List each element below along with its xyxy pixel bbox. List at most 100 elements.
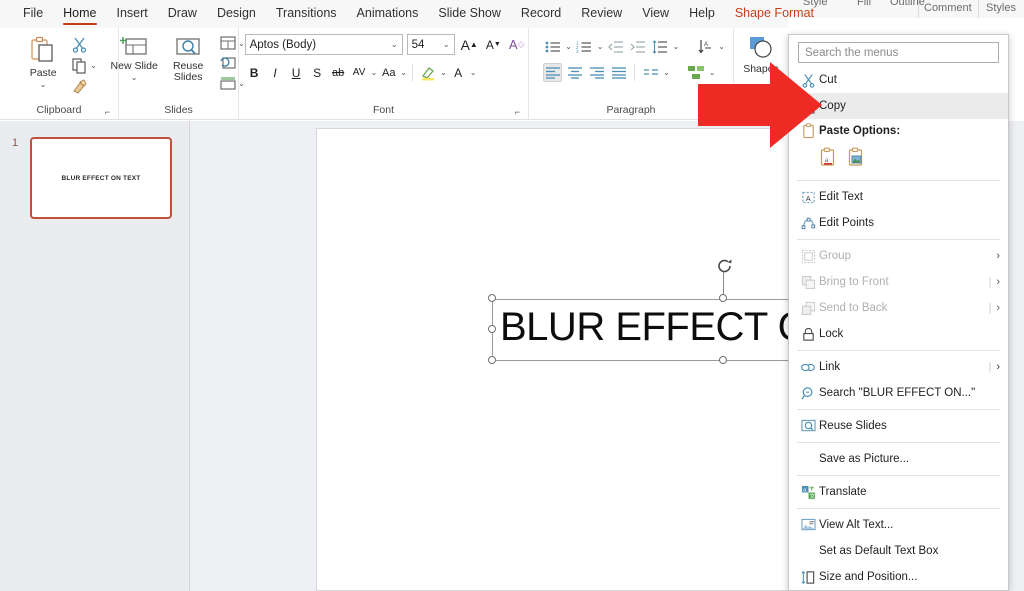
tab-animations[interactable]: Animations: [348, 2, 428, 26]
copy-chevron-down-icon[interactable]: ⌄: [90, 61, 97, 70]
menu-item-edit-text[interactable]: A Edit Text: [789, 184, 1008, 210]
new-slide-icon: [120, 35, 148, 59]
clear-formatting-button[interactable]: A ◇: [507, 35, 527, 54]
tab-shape-format[interactable]: Shape Format: [726, 2, 823, 26]
menu-item-size-and-position[interactable]: Size and Position...: [789, 564, 1008, 590]
justify-button[interactable]: [609, 63, 628, 82]
font-size-input[interactable]: 54 ⌄: [406, 34, 455, 55]
text-highlight-chevron-down-icon[interactable]: ⌄: [440, 68, 447, 77]
slide-thumbnail-panel[interactable]: 1 BLUR EFFECT ON TEXT: [0, 121, 190, 591]
align-right-button[interactable]: [587, 63, 606, 82]
svg-text:A: A: [805, 193, 810, 202]
text-direction-button[interactable]: A: [696, 37, 715, 56]
font-color-button[interactable]: A: [449, 63, 468, 82]
slide-thumbnail-1-frame[interactable]: BLUR EFFECT ON TEXT: [30, 137, 172, 219]
columns-chevron-down-icon[interactable]: ⌄: [663, 68, 670, 77]
font-dialog-launcher[interactable]: ⌐: [515, 107, 520, 117]
text-direction-chevron-down-icon[interactable]: ⌄: [718, 42, 725, 51]
numbering-chevron-down-icon[interactable]: ⌄: [597, 42, 604, 51]
font-name-chevron-down-icon[interactable]: ⌄: [391, 40, 398, 49]
textbox-text[interactable]: BLUR EFFECT O: [500, 305, 809, 350]
search-menus-input[interactable]: Search the menus: [798, 42, 999, 63]
rotate-icon[interactable]: [716, 258, 734, 281]
edit-points-icon: [797, 216, 819, 231]
increase-font-size-button[interactable]: A ▲: [459, 35, 480, 54]
menu-item-edit-points[interactable]: Edit Points: [789, 210, 1008, 236]
tab-review[interactable]: Review: [572, 2, 631, 26]
paste-keep-text-only-icon[interactable]: a: [819, 147, 839, 173]
new-slide-button[interactable]: New Slide ⌄: [110, 31, 158, 84]
menu-item-set-default-text-box[interactable]: Set as Default Text Box: [789, 538, 1008, 564]
font-name-input[interactable]: Aptos (Body) ⌄: [244, 34, 403, 55]
paste-picture-icon[interactable]: [847, 147, 867, 173]
align-left-button[interactable]: [543, 63, 563, 82]
reset-icon: [220, 56, 236, 70]
slide-number-1: 1: [12, 137, 19, 149]
font-color-chevron-down-icon[interactable]: ⌄: [470, 68, 477, 77]
increase-indent-button[interactable]: [629, 37, 648, 56]
clipboard-dialog-launcher[interactable]: ⌐: [105, 107, 110, 117]
reuse-slides-icon: [174, 35, 202, 59]
resize-handle-bottom-left[interactable]: [488, 356, 496, 364]
ribbon-group-label-clipboard: Clipboard ⌐: [6, 104, 112, 119]
strikethrough-button[interactable]: ab: [329, 63, 348, 82]
cut-button[interactable]: [69, 35, 99, 54]
text-highlight-color-button[interactable]: [418, 63, 438, 82]
send-back-submenu-chevron-icon: | ›: [988, 302, 1000, 314]
menu-item-link[interactable]: Link | ›: [789, 354, 1008, 380]
italic-button[interactable]: I: [266, 63, 285, 82]
slide-thumbnail-1[interactable]: BLUR EFFECT ON TEXT: [30, 137, 172, 219]
paste-options-row: a: [789, 143, 1008, 177]
tab-help[interactable]: Help: [680, 2, 724, 26]
paste-button[interactable]: Paste ⌄: [19, 31, 67, 91]
tab-file[interactable]: File: [14, 2, 52, 26]
font-size-chevron-down-icon[interactable]: ⌄: [443, 40, 450, 49]
copy-button[interactable]: ⌄: [69, 56, 99, 75]
line-spacing-chevron-down-icon[interactable]: ⌄: [673, 42, 680, 51]
menu-item-edit-points-label: Edit Points: [819, 217, 874, 229]
tab-record[interactable]: Record: [512, 2, 570, 26]
tab-view[interactable]: View: [633, 2, 678, 26]
reuse-slides-button[interactable]: Reuse Slides: [164, 31, 212, 83]
resize-handle-top-middle[interactable]: [719, 294, 727, 302]
copy-icon: [71, 57, 88, 74]
reuse-slides-label: Reuse Slides: [172, 60, 204, 83]
decrease-indent-button[interactable]: [607, 37, 626, 56]
resize-handle-bottom-middle[interactable]: [719, 356, 727, 364]
columns-button[interactable]: [641, 63, 660, 82]
tab-slide-show[interactable]: Slide Show: [429, 2, 510, 26]
bullets-button[interactable]: [543, 37, 562, 56]
paste-icon: [28, 35, 58, 65]
decrease-font-size-button[interactable]: A ▼: [484, 35, 503, 54]
change-case-chevron-down-icon[interactable]: ⌄: [400, 68, 407, 77]
format-painter-button[interactable]: [69, 77, 99, 96]
tab-draw[interactable]: Draw: [159, 2, 206, 26]
line-spacing-button[interactable]: [651, 37, 670, 56]
tab-insert[interactable]: Insert: [108, 2, 157, 26]
bullets-chevron-down-icon[interactable]: ⌄: [565, 42, 572, 51]
text-shadow-button[interactable]: S: [308, 63, 327, 82]
character-spacing-chevron-down-icon[interactable]: ⌄: [371, 68, 378, 77]
align-center-button[interactable]: [565, 63, 584, 82]
new-slide-chevron-down-icon[interactable]: ⌄: [131, 72, 138, 84]
tab-transitions[interactable]: Transitions: [267, 2, 346, 26]
character-spacing-button[interactable]: AV: [350, 63, 369, 82]
menu-item-search-selection[interactable]: Search "BLUR EFFECT ON...": [789, 380, 1008, 406]
menu-item-translate[interactable]: a 文 Translate: [789, 479, 1008, 505]
resize-handle-top-left[interactable]: [488, 294, 496, 302]
link-submenu-chevron-icon[interactable]: | ›: [982, 361, 1000, 373]
change-case-button[interactable]: Aa: [379, 63, 398, 82]
paste-chevron-down-icon[interactable]: ⌄: [40, 79, 47, 91]
powerpoint-window: Style Fill Outline Comment Styles File H…: [0, 0, 1024, 591]
ribbon-group-slides: New Slide ⌄ Reuse Slides ⌄ ⌄ Slides: [111, 28, 245, 119]
menu-item-reuse-slides[interactable]: Reuse Slides: [789, 413, 1008, 439]
bold-button[interactable]: B: [245, 63, 264, 82]
menu-item-view-alt-text[interactable]: View Alt Text...: [789, 512, 1008, 538]
menu-item-lock[interactable]: Lock: [789, 321, 1008, 347]
tab-design[interactable]: Design: [208, 2, 265, 26]
tab-home[interactable]: Home: [54, 2, 105, 26]
resize-handle-middle-left[interactable]: [488, 325, 496, 333]
numbering-button[interactable]: 123: [575, 37, 594, 56]
underline-button[interactable]: U: [287, 63, 306, 82]
menu-item-save-as-picture[interactable]: Save as Picture...: [789, 446, 1008, 472]
